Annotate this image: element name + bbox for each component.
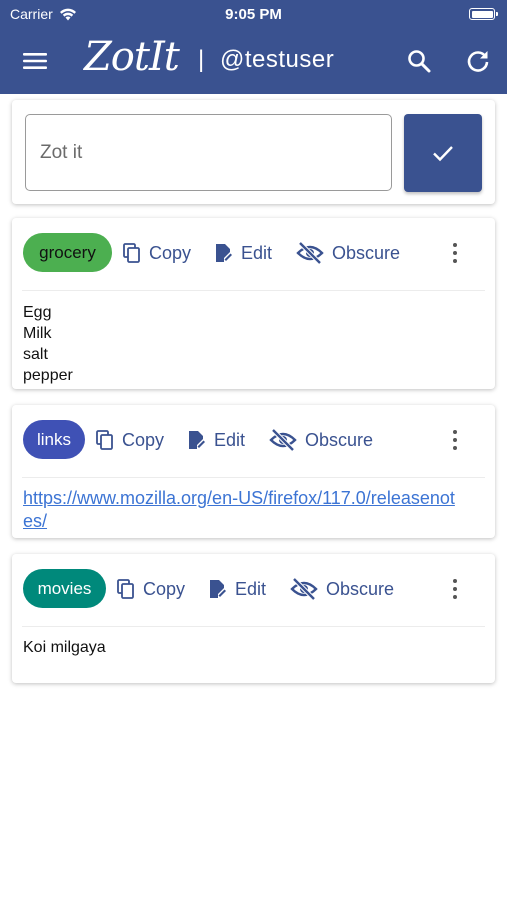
more-dot [453,587,457,591]
note-toolbar: links Copy Edit Obscure [12,405,495,477]
copy-button[interactable]: Copy [117,576,185,602]
more-dot [453,430,457,434]
compose-card [12,100,495,204]
note-toolbar: movies Copy Edit Obscure [12,554,495,626]
more-dot [453,446,457,450]
more-dot [453,259,457,263]
note-card: grocery Copy Edit Obscure Egg Milk salt … [12,218,495,389]
status-time: 9:05 PM [225,6,282,23]
edit-label: Edit [241,242,273,263]
status-bar: Carrier 9:05 PM [0,0,507,28]
tag-chip[interactable]: movies [23,569,106,608]
edit-button[interactable]: Edit [215,240,272,266]
edit-note-icon [189,431,205,449]
note-line: Egg [23,304,52,321]
edit-note-icon [210,580,226,598]
more-dot [453,438,457,442]
edit-button[interactable]: Edit [209,576,266,602]
app-logo: ZotIt [84,34,180,80]
obscure-label: Obscure [326,578,395,599]
obscure-button[interactable]: Obscure [290,576,394,602]
refresh-icon [467,51,489,72]
note-body: Koi milgaya [23,637,106,658]
copy-label: Copy [122,429,165,450]
zot-input[interactable] [25,114,392,191]
more-options-button[interactable] [445,238,465,268]
note-card: links Copy Edit Obscure https://www.mozi… [12,405,495,538]
edit-label: Edit [214,429,246,450]
obscure-button[interactable]: Obscure [269,427,373,453]
more-dot [453,251,457,255]
note-line: Koi milgaya [23,639,106,656]
app-header: Carrier 9:05 PM ZotIt | @testuser [0,0,507,94]
divider [22,290,485,291]
header-separator: | [198,46,205,73]
eye-off-icon [296,241,324,265]
refresh-button[interactable] [463,46,493,76]
more-dot [453,243,457,247]
note-line: pepper [23,367,73,384]
copy-label: Copy [143,578,186,599]
obscure-label: Obscure [332,242,401,263]
note-toolbar: grocery Copy Edit Obscure [12,218,495,290]
note-body: Egg Milk salt pepper [23,302,73,386]
menu-button[interactable] [20,46,50,76]
more-dot [453,595,457,599]
more-options-button[interactable] [445,574,465,604]
divider [22,477,485,478]
eye-off-icon [269,428,297,452]
note-card: movies Copy Edit Obscure Koi milgaya [12,554,495,683]
hamburger-menu-icon [23,53,47,69]
eye-off-icon [290,577,318,601]
submit-button[interactable] [404,114,482,192]
copy-icon [123,243,140,263]
battery-icon [469,8,498,20]
edit-note-icon [216,244,232,262]
check-icon [433,146,453,162]
username-label: @testuser [220,46,335,73]
more-dot [453,579,457,583]
tag-chip[interactable]: grocery [23,233,112,272]
copy-label: Copy [149,242,192,263]
tag-chip[interactable]: links [23,420,85,459]
copy-icon [96,430,113,450]
app-bar: ZotIt | @testuser [0,28,507,94]
note-line: salt [23,346,48,363]
edit-label: Edit [235,578,267,599]
note-line: Milk [23,325,52,342]
obscure-button[interactable]: Obscure [296,240,400,266]
obscure-label: Obscure [305,429,374,450]
divider [22,626,485,627]
edit-button[interactable]: Edit [188,427,245,453]
search-icon [408,50,431,73]
search-button[interactable] [404,46,434,76]
copy-icon [117,579,134,599]
note-link[interactable]: https://www.mozilla.org/en-US/firefox/11… [23,487,463,533]
more-options-button[interactable] [445,425,465,455]
copy-button[interactable]: Copy [123,240,191,266]
copy-button[interactable]: Copy [96,427,164,453]
